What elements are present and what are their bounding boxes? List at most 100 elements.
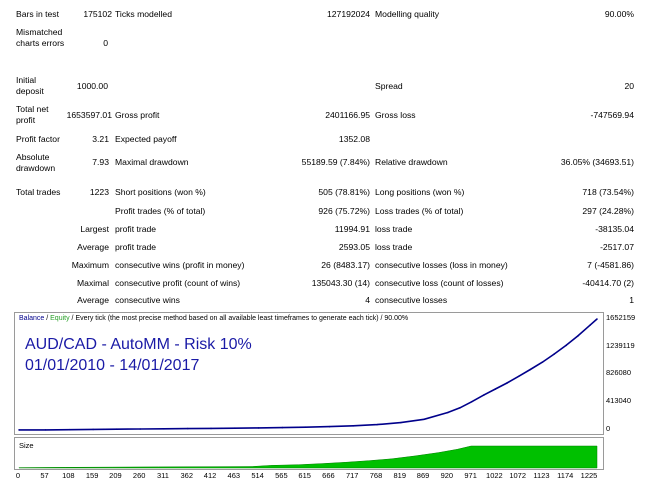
balance-point [565, 344, 568, 347]
balance-point [115, 428, 118, 430]
grossloss-label: Gross loss [375, 110, 416, 120]
balance-point [482, 394, 485, 396]
balance-point [494, 388, 497, 390]
legend-balance: Balance [19, 315, 45, 322]
ptrades-label: Profit trades (% of total) [115, 206, 206, 216]
grossprofit-value: 2401166.95 [325, 110, 370, 120]
x-tick-label: 0 [15, 471, 21, 480]
x-tick-label: 1225 [580, 471, 598, 480]
bars-label: Bars in test [16, 9, 59, 19]
mxl-profit-label: consecutive profit (count of wins) [115, 278, 241, 288]
maximal-prefix: Maximal [77, 278, 109, 288]
balance-point [304, 426, 307, 428]
max-losses-value: 7 (-4581.86) [587, 260, 634, 270]
chart-overlay-title: AUD/CAD - AutoMM - Risk 10% 01/01/2010 -… [25, 334, 252, 376]
x-tick-label: 717 [345, 471, 359, 480]
balance-point [506, 382, 508, 384]
payoff-value: 1352.08 [338, 134, 370, 144]
x-tick-label: 108 [62, 471, 75, 480]
balance-point [210, 427, 212, 430]
bars-value: 175102 [83, 9, 112, 19]
y-tick-label: 413040 [606, 396, 632, 406]
x-tick-label: 463 [227, 471, 241, 480]
balance-point [44, 429, 47, 431]
largest-loss-value: -38135.04 [595, 224, 634, 234]
pf-value: 3.21 [92, 134, 109, 144]
mxl-profit-value: 135043.30 (14) [311, 278, 370, 288]
x-tick-label: 57 [40, 471, 49, 480]
balance-point [68, 428, 71, 431]
x-tick-label: 768 [369, 471, 383, 480]
short-value: 505 (78.81%) [318, 187, 370, 197]
x-tick-label: 1072 [509, 471, 527, 480]
long-label: Long positions (won %) [375, 187, 465, 197]
y-tick-label: 0 [606, 424, 611, 433]
max-wins-label: consecutive wins (profit in money) [115, 260, 245, 270]
balance-point [163, 427, 165, 430]
avg-wins-value: 4 [365, 295, 370, 305]
x-tick-label: 819 [393, 471, 407, 480]
balance-point [577, 335, 579, 337]
mismatch-label: Mismatched charts errors [16, 27, 65, 48]
deposit-value: 1000.00 [76, 81, 108, 91]
balance-point [92, 428, 94, 431]
x-tick-label: 869 [416, 471, 430, 480]
legend-description: / Every tick (the most precise method ba… [69, 315, 409, 322]
quality-label: Modelling quality [375, 9, 440, 19]
y-tick-label: 1239119 [606, 340, 635, 350]
mismatch-value: 0 [103, 38, 108, 48]
ltrades-value: 297 (24.28%) [582, 206, 634, 216]
balance-point [589, 324, 591, 326]
x-tick-label: 1123 [533, 471, 550, 480]
x-tick-label: 971 [464, 471, 477, 480]
x-tick-label: 311 [156, 471, 169, 480]
netprofit-value: 1653597.01 [66, 110, 112, 120]
quality-value: 90.00% [604, 9, 634, 19]
balance-point [470, 400, 473, 403]
balance-point [281, 426, 284, 429]
ticks-value: 127192024 [326, 9, 370, 19]
x-tick-label: 1174 [557, 471, 574, 480]
balance-point [352, 425, 355, 427]
chart-legend: Balance / Equity / Every tick (the most … [19, 315, 408, 322]
maxdd-value: 55189.59 (7.84%) [301, 157, 370, 167]
legend-equity: Equity [50, 315, 70, 322]
balance-point [459, 407, 461, 409]
x-tick-label: 362 [180, 471, 193, 480]
x-tick-label: 1022 [486, 471, 503, 480]
y-tick-label: 1652159 [606, 313, 636, 322]
x-tick-label: 615 [298, 471, 311, 480]
reldd-value: 36.05% (34693.51) [560, 157, 634, 167]
report-table: Bars in test 175102 Ticks modelled 12719… [0, 0, 650, 305]
balance-point [447, 411, 449, 414]
balance-point [139, 428, 141, 430]
x-tick-label: 412 [203, 471, 217, 480]
avg-wins-label: consecutive wins [115, 295, 180, 305]
avg-loss-value: -2517.07 [600, 242, 634, 252]
balance-point [423, 418, 425, 421]
spread-value: 20 [624, 81, 634, 91]
grossprofit-label: Gross profit [115, 110, 160, 120]
balance-point [553, 353, 555, 355]
ptrades-value: 926 (75.72%) [318, 206, 370, 216]
x-tick-label: 514 [251, 471, 264, 480]
balance-point [186, 427, 189, 430]
payoff-label: Expected payoff [115, 134, 177, 144]
ltrades-label: Loss trades (% of total) [375, 206, 464, 216]
max-losses-label: consecutive losses (loss in money) [375, 260, 508, 270]
largest-profit-label: profit trade [115, 224, 157, 234]
trades-value: 1223 [89, 187, 109, 197]
largest-loss-label: loss trade [375, 224, 413, 234]
absdd-value: 7.93 [92, 157, 109, 167]
ticks-label: Ticks modelled [115, 9, 172, 19]
max-wins-value: 26 (8483.17) [321, 260, 370, 270]
x-tick-label: 666 [322, 471, 335, 480]
avg-losses-label: consecutive losses [375, 295, 448, 305]
balance-point [328, 425, 331, 428]
spread-label: Spread [375, 81, 403, 91]
maximum-prefix: Maximum [71, 260, 109, 270]
size-label: Size [19, 441, 34, 450]
pf-label: Profit factor [16, 134, 60, 144]
balance-point [541, 361, 544, 363]
avg-loss-label: loss trade [375, 242, 413, 252]
